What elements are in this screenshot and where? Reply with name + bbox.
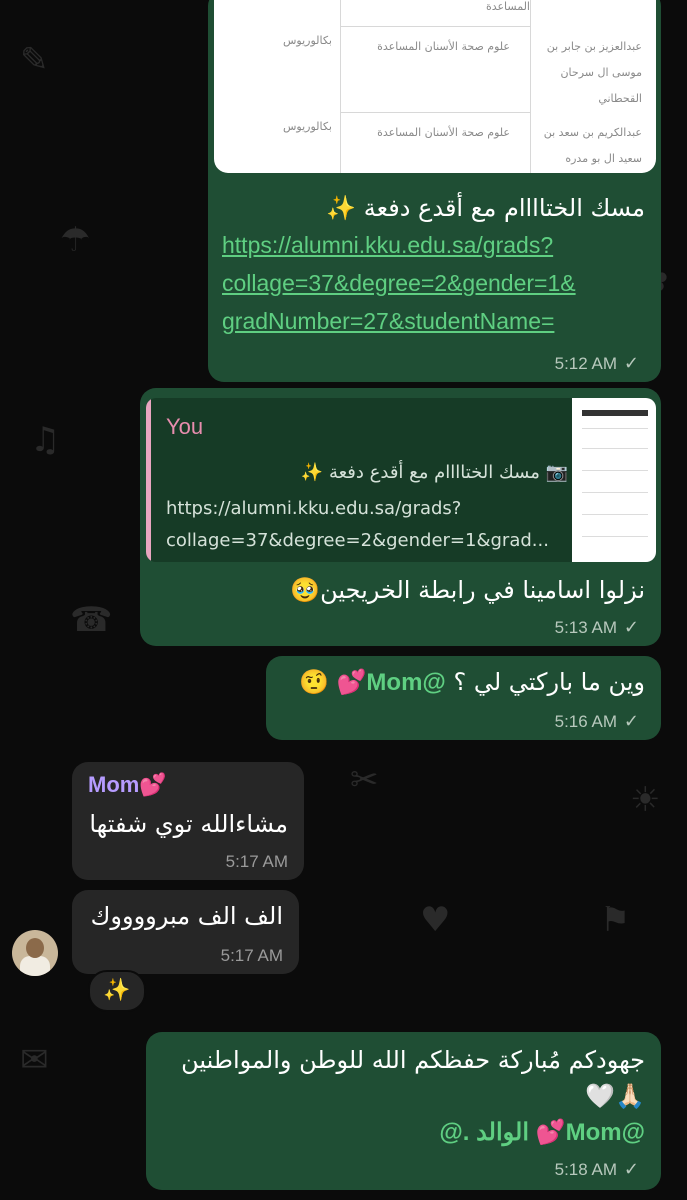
- message-time: 5:12 AM: [554, 354, 617, 373]
- table-row: المساعدة: [340, 0, 530, 27]
- message-time: 5:17 AM: [220, 946, 283, 965]
- quoted-message[interactable]: You 📷 مسك الختاااام مع أقدع دفعة ✨ https…: [146, 398, 656, 562]
- read-check-icon: ✓: [623, 711, 639, 732]
- link-line-1[interactable]: https://alumni.kku.edu.sa/grads?: [222, 232, 553, 259]
- table-row: عبدالكريم بن سعد بن سعيد ال بو مدره علوم…: [282, 120, 642, 165]
- message-quoted-reply[interactable]: You 📷 مسك الختاااام مع أقدع دفعة ✨ https…: [140, 388, 661, 646]
- quote-accent-bar: [146, 398, 151, 562]
- face-emoji: 🤨: [299, 668, 329, 696]
- message-emojis: 🙏🏻🤍: [585, 1082, 645, 1110]
- avatar-photo[interactable]: [12, 930, 58, 976]
- quote-thumbnail: [572, 398, 656, 562]
- message-incoming-1[interactable]: Mom💕 مشاءالله توي شفتها 5:17 AM: [72, 762, 304, 880]
- reaction-badge[interactable]: ✨: [88, 970, 146, 1012]
- message-text: الف الف مبرووووك: [90, 902, 283, 930]
- read-check-icon: ✓: [623, 617, 639, 638]
- quote-caption: 📷 مسك الختاااام مع أقدع دفعة ✨: [300, 462, 568, 483]
- message-mention-question[interactable]: وين ما باركتي لي ؟ @Mom💕 🤨 5:16 AM ✓: [266, 656, 661, 740]
- message-blessing[interactable]: جهودكم مُباركة حفظكم الله للوطن والمواطن…: [146, 1032, 661, 1190]
- message-text: جهودكم مُباركة حفظكم الله للوطن والمواطن…: [181, 1046, 645, 1074]
- message-image-caption[interactable]: المساعدة عبدالعزيز بن جابر بن موسى ال سر…: [208, 0, 661, 382]
- link-line-2[interactable]: collage=37&degree=2&gender=1&: [222, 270, 576, 297]
- image-caption: مسك الختاااام مع أقدع دفعة ✨: [326, 194, 645, 222]
- message-time: 5:16 AM: [554, 712, 617, 731]
- shared-image-table[interactable]: المساعدة عبدالعزيز بن جابر بن موسى ال سر…: [214, 0, 656, 173]
- message-time: 5:18 AM: [554, 1160, 617, 1179]
- quote-link-line-1: https://alumni.kku.edu.sa/grads?: [166, 498, 462, 519]
- message-incoming-2[interactable]: الف الف مبرووووك 5:17 AM: [72, 890, 299, 974]
- link-line-3[interactable]: gradNumber=27&studentName=: [222, 308, 554, 335]
- mention-tag[interactable]: @Mom💕: [337, 669, 446, 696]
- mention-line[interactable]: @Mom💕 الوالد .@: [439, 1118, 645, 1147]
- quote-author: You: [166, 414, 204, 439]
- message-text: مشاءالله توي شفتها: [89, 810, 288, 838]
- read-check-icon: ✓: [623, 353, 639, 374]
- message-time: 5:13 AM: [554, 618, 617, 637]
- sender-name[interactable]: Mom💕: [88, 772, 167, 798]
- message-text: نزلوا اسامينا في رابطة الخريجين🥹: [290, 576, 645, 604]
- quote-link-line-2: collage=37&degree=2&gender=1&grad...: [166, 530, 549, 551]
- message-text: وين ما باركتي لي ؟ @Mom💕 🤨: [299, 668, 645, 696]
- read-check-icon: ✓: [623, 1159, 639, 1180]
- message-time: 5:17 AM: [225, 852, 288, 871]
- table-row: عبدالعزيز بن جابر بن موسى ال سرحان القحط…: [283, 26, 642, 113]
